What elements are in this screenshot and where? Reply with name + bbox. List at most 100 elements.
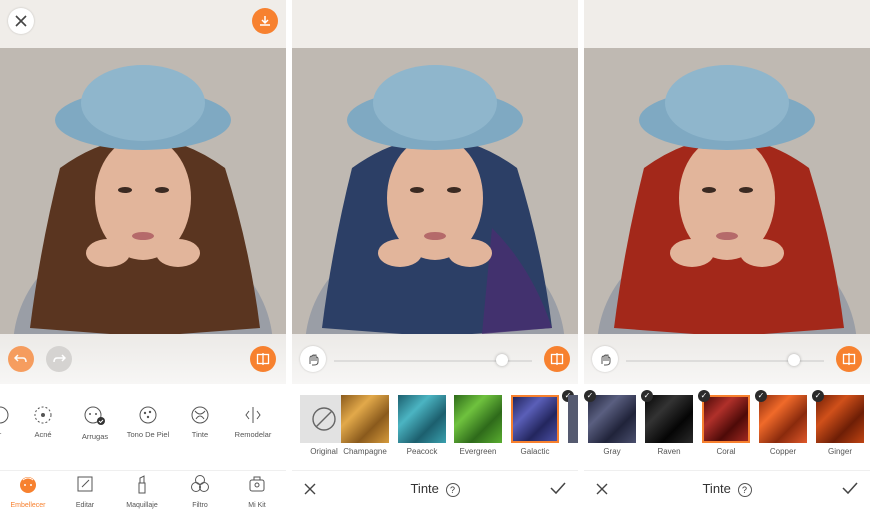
hair-dye-icon [191, 406, 209, 424]
hand-brush-icon [309, 354, 319, 366]
tool-skin-tone[interactable]: Tono De Piel [120, 405, 176, 439]
swatch-partial[interactable] [568, 395, 578, 443]
compare-icon [256, 353, 270, 365]
help-icon[interactable]: ? [445, 482, 460, 497]
swatch-label: Coral [716, 447, 736, 456]
beautify-panel: r Acné Arrugas Tono De Piel Tinte Remode… [0, 0, 286, 523]
panel-title: Tinte ? [584, 481, 870, 497]
swatch-label: Ginger [827, 447, 852, 456]
check-icon [550, 482, 566, 495]
dye-panel-coral: ✓ Gray ✓ Raven ✓ Coral ✓ Copper ✓ Ginger… [584, 0, 870, 523]
tool-acne[interactable]: Acné [15, 405, 71, 439]
portrait-image [584, 48, 870, 334]
tool-reshape[interactable]: Remodelar [225, 405, 281, 439]
nav-editar[interactable]: Editar [57, 474, 113, 509]
swatch-copper[interactable] [759, 395, 807, 443]
swatch-label: Galactic [520, 447, 550, 456]
swatch-galactic[interactable] [511, 395, 559, 443]
download-icon [260, 16, 270, 26]
compare-button[interactable] [544, 346, 570, 372]
action-row [0, 334, 286, 384]
nav-label: Maquillaje [126, 502, 158, 509]
filter-icon [191, 475, 209, 492]
compare-icon [550, 353, 564, 365]
swatch-gray[interactable] [588, 395, 636, 443]
reshape-icon [245, 407, 261, 423]
tool-label: Remodelar [234, 430, 272, 439]
face-smooth-icon [0, 406, 9, 424]
kit-icon [249, 476, 265, 492]
tool-wrinkles[interactable]: Arrugas [67, 405, 123, 441]
wrinkles-icon [84, 406, 105, 425]
close-icon [15, 15, 27, 27]
tool-label: Tinte [191, 430, 209, 439]
nav-label: Embellecer [10, 502, 46, 509]
tool-label: Acné [34, 430, 52, 439]
close-button[interactable] [8, 8, 34, 34]
download-button[interactable] [252, 8, 278, 34]
swatch-champagne[interactable] [341, 395, 389, 443]
compare-icon [842, 353, 856, 365]
photo-canvas[interactable] [0, 48, 286, 334]
check-badge-icon: ✓ [755, 390, 767, 402]
lipstick-icon [138, 475, 146, 494]
tool-hair-dye[interactable]: Tinte [172, 405, 228, 439]
acne-icon [34, 406, 52, 424]
tool-label: Tono De Piel [126, 430, 170, 439]
swatch-ginger[interactable] [816, 395, 864, 443]
compare-button[interactable] [836, 346, 862, 372]
brush-button[interactable] [300, 346, 326, 372]
face-icon [20, 477, 36, 493]
photo-canvas[interactable] [292, 48, 578, 334]
edit-icon [77, 476, 93, 492]
compare-button[interactable] [250, 346, 276, 372]
tool-label: Arrugas [81, 432, 109, 441]
hand-brush-icon [601, 354, 611, 366]
swatch-label: Evergreen [459, 447, 497, 456]
nav-label: Filtro [192, 502, 208, 509]
title-text: Tinte [702, 481, 731, 496]
top-bar [584, 0, 870, 48]
hat-crown [81, 65, 205, 141]
undo-icon [14, 354, 27, 363]
slider-row [292, 334, 578, 384]
brush-button[interactable] [592, 346, 618, 372]
check-badge-icon: ✓ [641, 390, 653, 402]
swatch-label: Champagne [343, 447, 387, 456]
nav-mi-kit[interactable]: Mi Kit [229, 474, 285, 509]
nav-filtro[interactable]: Filtro [172, 474, 228, 509]
swatch-raven[interactable] [645, 395, 693, 443]
slider-row [584, 334, 870, 384]
nav-label: Mi Kit [248, 502, 266, 509]
panel-title: Tinte ? [292, 481, 578, 497]
top-bar [0, 0, 286, 48]
nav-label: Editar [75, 502, 95, 509]
check-badge-icon: ✓ [584, 390, 596, 402]
top-bar [292, 0, 578, 48]
swatch-coral[interactable] [702, 395, 750, 443]
check-badge-icon: ✓ [698, 390, 710, 402]
swatch-label: Peacock [406, 447, 438, 456]
swatch-evergreen[interactable] [454, 395, 502, 443]
none-icon [312, 407, 336, 431]
photo-canvas[interactable] [584, 48, 870, 334]
apply-button[interactable] [842, 481, 858, 500]
skin-tone-icon [139, 406, 157, 424]
redo-button[interactable] [46, 346, 72, 372]
apply-button[interactable] [550, 481, 566, 500]
swatch-label: Raven [657, 447, 681, 456]
portrait-image [292, 48, 578, 334]
swatch-label: Copper [769, 447, 797, 456]
portrait-image [0, 48, 286, 334]
check-badge-icon: ✓ [812, 390, 824, 402]
title-text: Tinte [410, 481, 439, 496]
nav-maquillaje[interactable]: Maquillaje [114, 474, 170, 509]
help-icon[interactable]: ? [737, 482, 752, 497]
redo-icon [53, 354, 66, 363]
check-icon [842, 482, 858, 495]
undo-button[interactable] [8, 346, 34, 372]
nav-embellecer[interactable]: Embellecer [0, 474, 56, 509]
swatch-peacock[interactable] [398, 395, 446, 443]
swatch-label: Gray [603, 447, 621, 456]
dye-panel-galactic: Original Champagne Peacock Evergreen Gal… [292, 0, 578, 523]
